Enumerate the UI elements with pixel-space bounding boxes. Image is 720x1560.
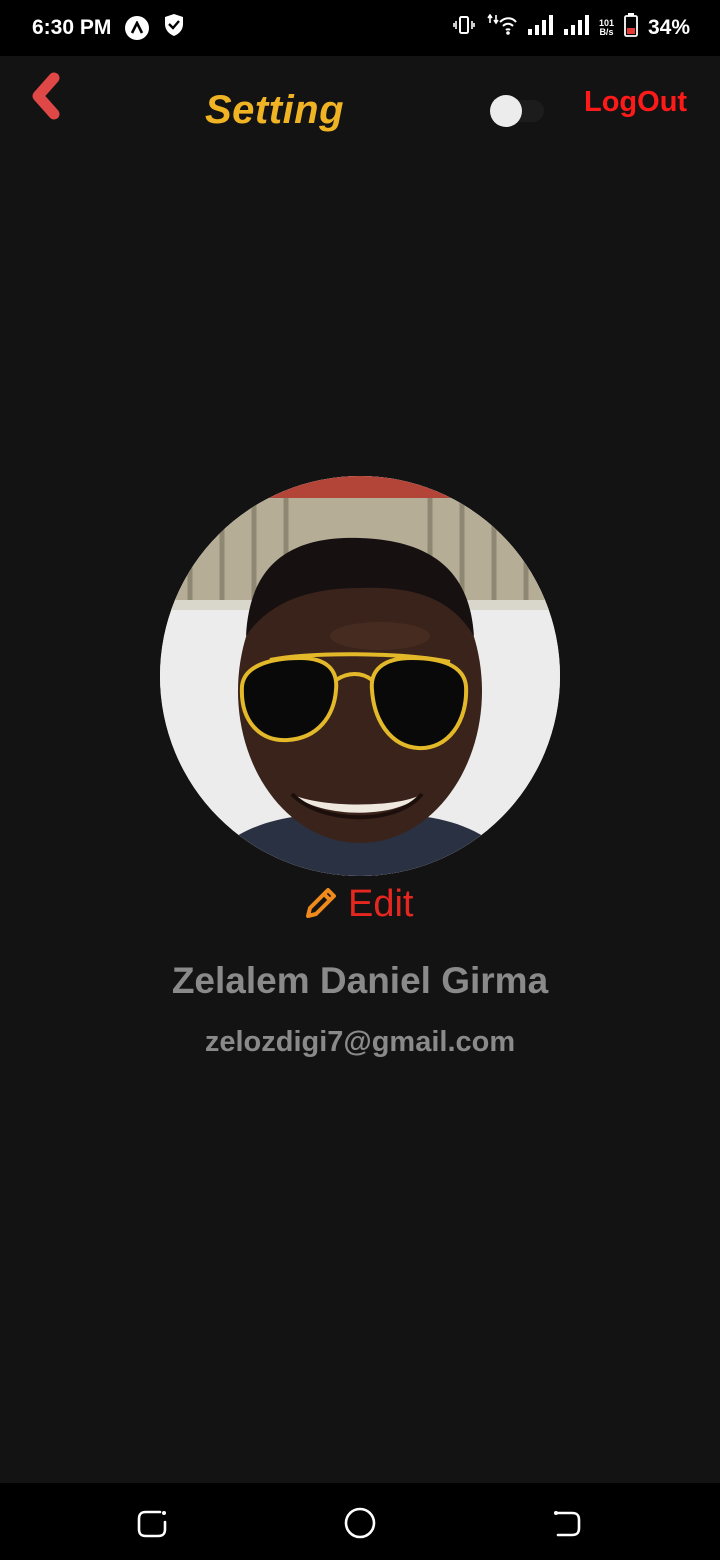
vibrate-icon — [453, 14, 475, 42]
logout-button[interactable]: LogOut — [584, 86, 687, 119]
back-button[interactable] — [28, 72, 68, 120]
pencil-icon — [306, 888, 336, 918]
system-nav-bar — [0, 1483, 720, 1560]
status-left: 6:30 PM — [32, 13, 185, 43]
status-time: 6:30 PM — [32, 16, 112, 39]
profile-name: Zelalem Daniel Girma — [171, 960, 549, 1001]
toggle-thumb — [490, 95, 522, 127]
back-icon — [554, 1511, 581, 1537]
chevron-left-icon — [32, 72, 60, 120]
recent-apps-icon — [137, 1510, 167, 1538]
battery-icon — [624, 13, 638, 43]
avatar — [160, 476, 560, 876]
settings-screen: 6:30 PM 101 B/s 34% Setting LogOut Edit … — [0, 0, 720, 1560]
signal-icon — [563, 15, 589, 41]
app-notification-icon — [125, 16, 150, 40]
home-icon — [344, 1507, 376, 1539]
edit-profile-button[interactable]: Edit — [302, 880, 413, 928]
status-bar: 6:30 PM 101 B/s 34% — [0, 0, 720, 56]
home-button[interactable] — [340, 1503, 380, 1543]
page-title: Setting — [205, 88, 345, 132]
network-speed: 101 B/s — [599, 19, 614, 37]
signal-icon — [527, 15, 553, 41]
theme-toggle[interactable] — [490, 95, 546, 127]
recent-apps-button[interactable] — [132, 1503, 172, 1543]
wifi-icon — [485, 13, 517, 42]
profile-email: zelozdigi7@gmail.com — [204, 1026, 516, 1058]
edit-label: Edit — [348, 882, 414, 925]
system-back-button[interactable] — [548, 1503, 588, 1543]
battery-percent: 34% — [647, 16, 690, 39]
status-right: 101 B/s 34% — [453, 13, 690, 43]
network-speed-unit: B/s — [599, 27, 614, 37]
shield-icon — [163, 13, 185, 43]
